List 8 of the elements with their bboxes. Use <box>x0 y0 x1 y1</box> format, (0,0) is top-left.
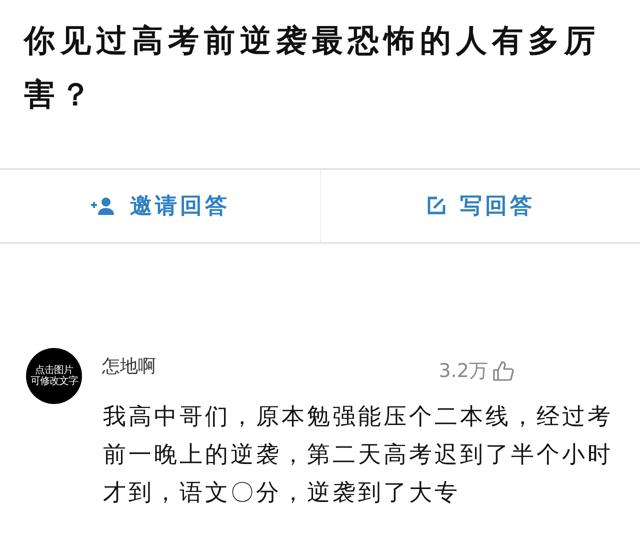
thumbs-up-icon[interactable] <box>492 360 514 382</box>
author-name[interactable]: 怎地啊 <box>102 354 156 378</box>
edit-icon <box>426 196 446 216</box>
answer-text: 我高中哥们，原本勉强能压个二本线，经过考前一晚上的逆袭，第二天高考迟到了半个小时才到，语文〇分，逆袭到了大专 <box>103 403 614 508</box>
avatar-caption: 可修改文字 <box>30 376 78 387</box>
like-count: 3.2万 <box>438 359 488 384</box>
avatar-caption: 点击图片 <box>35 365 73 376</box>
add-person-icon <box>90 196 116 216</box>
